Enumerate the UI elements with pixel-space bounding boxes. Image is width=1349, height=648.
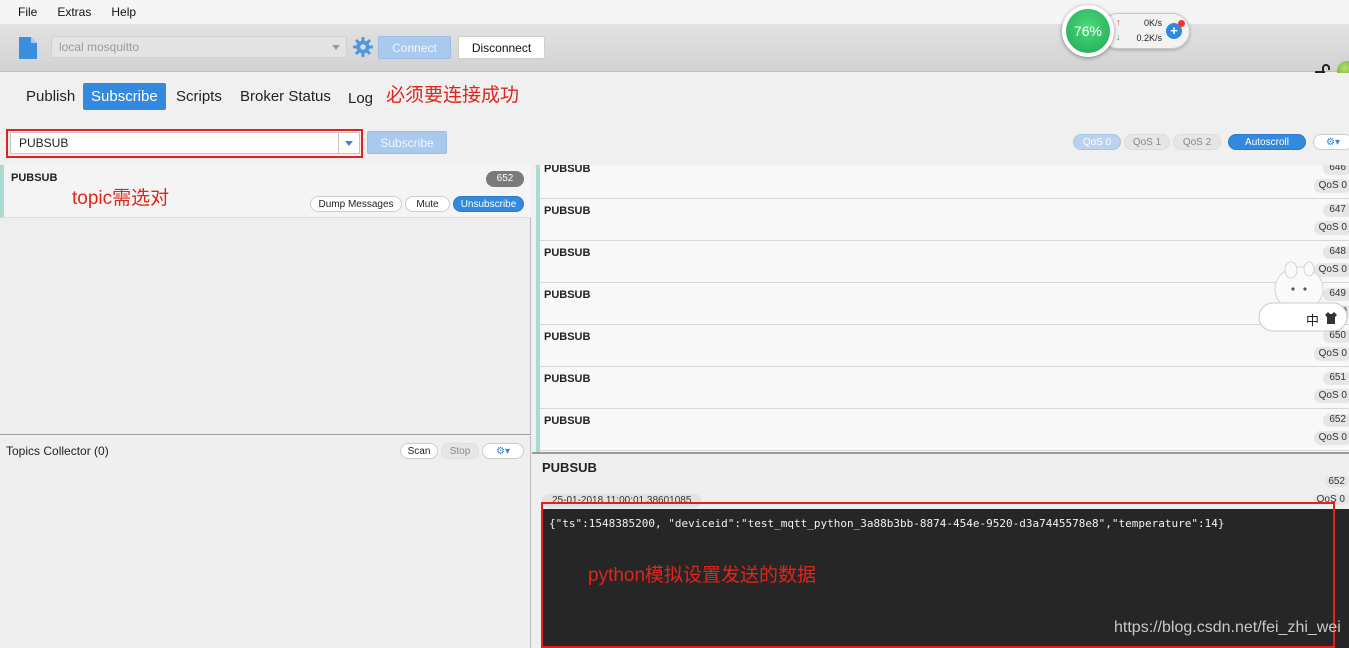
subscriptions-panel: PUBSUB 652 Dump Messages Mute Unsubscrib… [0, 165, 531, 435]
ime-mode-label: 中 [1306, 313, 1320, 328]
watermark: https://blog.csdn.net/fei_zhi_wei [1114, 619, 1341, 636]
connection-profile-value: local mosquitto [59, 40, 140, 54]
unsubscribe-button[interactable]: Unsubscribe [453, 196, 524, 212]
autoscroll-button[interactable]: Autoscroll [1228, 134, 1306, 150]
stop-button[interactable]: Stop [441, 443, 479, 459]
message-topic: PUBSUB [544, 247, 591, 259]
dump-messages-button[interactable]: Dump Messages [310, 196, 402, 212]
network-speed-widget: 76% ↑ 0K/s ↓ 0.2K/s + [1062, 5, 1192, 57]
message-number: 648 [1323, 246, 1349, 259]
connection-profile-select[interactable]: local mosquitto [51, 36, 347, 58]
message-number: 652 [1323, 414, 1349, 427]
message-qos: QoS 0 [1313, 221, 1349, 235]
subscribe-button[interactable]: Subscribe [367, 131, 447, 154]
gear-icon[interactable] [352, 36, 374, 58]
message-topic: PUBSUB [544, 289, 591, 301]
qos2-toggle[interactable]: QoS 2 [1173, 134, 1221, 150]
subscription-topic: PUBSUB [11, 172, 58, 184]
detail-message-number: 652 [1324, 476, 1349, 487]
message-topic: PUBSUB [544, 205, 591, 217]
qos0-toggle[interactable]: QoS 0 [1073, 134, 1121, 150]
message-list[interactable]: PUBSUB 646 QoS 0 PUBSUB 647 QoS 0 PUBSUB… [536, 165, 1349, 452]
message-qos: QoS 0 [1313, 179, 1349, 193]
shirt-icon [1325, 312, 1337, 324]
gear-icon[interactable]: ⚙▾ [1313, 134, 1349, 150]
arrow-down-icon: ↓ [1116, 32, 1121, 42]
message-topic: PUBSUB [544, 165, 591, 175]
notification-dot [1178, 20, 1185, 27]
upload-speed: 0K/s [1143, 18, 1162, 28]
main-tabs: Publish Subscribe Scripts Broker Status … [0, 73, 1349, 123]
gear-icon[interactable]: ⚙▾ [482, 443, 524, 459]
subscribe-bar: PUBSUB Subscribe QoS 0 QoS 1 QoS 2 Autos… [0, 123, 1349, 165]
tab-publish[interactable]: Publish [18, 83, 83, 110]
message-row[interactable]: PUBSUB 651 QoS 0 [540, 367, 1349, 409]
mute-button[interactable]: Mute [405, 196, 450, 212]
connect-button[interactable]: Connect [378, 36, 451, 59]
message-qos: QoS 0 [1313, 347, 1349, 361]
qos1-toggle[interactable]: QoS 1 [1124, 134, 1170, 150]
message-topic: PUBSUB [544, 331, 591, 343]
memory-usage-circle[interactable]: 76% [1062, 5, 1114, 57]
menu-help[interactable]: Help [101, 5, 146, 19]
document-icon[interactable] [18, 36, 38, 60]
tab-subscribe[interactable]: Subscribe [83, 83, 166, 110]
message-row[interactable]: PUBSUB 647 QoS 0 [540, 199, 1349, 241]
subscription-item[interactable]: PUBSUB 652 Dump Messages Mute Unsubscrib… [0, 165, 531, 218]
scan-button[interactable]: Scan [400, 443, 438, 459]
message-number: 647 [1323, 204, 1349, 217]
message-row[interactable]: PUBSUB 652 QoS 0 [540, 409, 1349, 451]
annotation-box-topic [6, 129, 363, 158]
message-row[interactable]: PUBSUB 649 QoS 0 [540, 283, 1349, 325]
disconnect-button[interactable]: Disconnect [458, 36, 545, 59]
chevron-down-icon [332, 45, 340, 50]
message-row[interactable]: PUBSUB 646 QoS 0 [540, 165, 1349, 199]
message-topic: PUBSUB [544, 373, 591, 385]
memory-usage-percent: 76% [1066, 9, 1110, 53]
message-count-badge: 652 [486, 171, 524, 187]
menu-extras[interactable]: Extras [47, 5, 101, 19]
message-qos: QoS 0 [1313, 431, 1349, 445]
tab-log[interactable]: Log [340, 85, 381, 112]
topics-collector-panel: Topics Collector (0) Scan Stop ⚙▾ [0, 436, 531, 648]
topics-collector-title: Topics Collector (0) [6, 444, 109, 458]
download-speed: 0.2K/s [1136, 33, 1162, 43]
tab-scripts[interactable]: Scripts [168, 83, 230, 110]
message-row[interactable]: PUBSUB 648 QoS 0 [540, 241, 1349, 283]
message-number: 651 [1323, 372, 1349, 385]
message-qos: QoS 0 [1313, 389, 1349, 403]
annotation-topic: topic需选对 [72, 188, 170, 209]
tab-broker-status[interactable]: Broker Status [232, 83, 339, 110]
menu-file[interactable]: File [8, 5, 47, 19]
annotation-connect: 必须要连接成功 [386, 85, 520, 106]
arrow-up-icon: ↑ [1116, 17, 1121, 27]
message-number: 646 [1323, 165, 1349, 175]
message-topic: PUBSUB [544, 415, 591, 427]
detail-topic: PUBSUB [542, 460, 597, 475]
message-row[interactable]: PUBSUB 650 QoS 0 [540, 325, 1349, 367]
